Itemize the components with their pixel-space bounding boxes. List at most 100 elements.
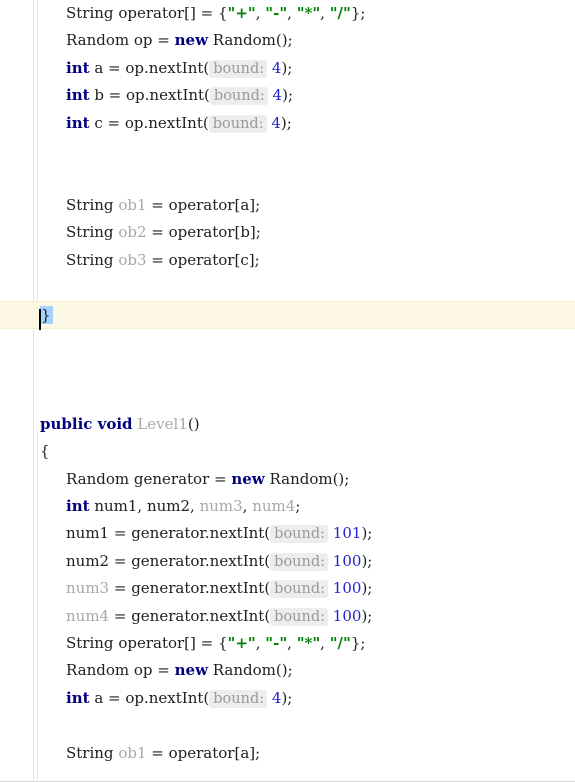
code-line[interactable]: Random op = new Random(); — [0, 27, 575, 54]
code-token-plain: , — [255, 4, 266, 22]
code-line-list[interactable]: String operator[] = {"+", "-", "*", "/"}… — [0, 0, 575, 781]
code-line[interactable] — [0, 712, 575, 739]
code-token-num: 4 — [267, 86, 283, 105]
code-line[interactable]: { — [0, 438, 575, 465]
code-token-plain: a = op.nextInt( — [89, 688, 210, 707]
code-token-str: "+" — [227, 633, 256, 652]
code-line[interactable]: String operator[] = {"+", "-", "*", "/"}… — [0, 0, 575, 27]
code-token-plain: }; — [350, 4, 366, 22]
code-line[interactable]: num1 = generator.nextInt(bound: 101); — [0, 520, 575, 547]
code-line[interactable]: int a = op.nextInt(bound: 4); — [0, 55, 575, 82]
parameter-hint: bound: — [270, 580, 329, 599]
code-line[interactable]: Random generator = new Random(); — [0, 466, 575, 493]
code-token-plain: = operator[a]; — [146, 743, 261, 762]
code-token-type: String — [66, 633, 114, 652]
code-token-plain: b = op.nextInt( — [89, 86, 210, 105]
code-token-num: 4 — [266, 113, 281, 132]
code-token-gray: num3 — [199, 497, 243, 516]
code-line[interactable] — [0, 767, 575, 781]
code-token-plain: , — [287, 4, 297, 22]
code-token-type: Random — [66, 661, 130, 680]
code-line[interactable]: String operator[] = {"+", "-", "*", "/"}… — [0, 630, 575, 657]
code-line[interactable] — [0, 274, 575, 301]
code-token-str: "*" — [296, 633, 321, 652]
code-token-num: 101 — [328, 524, 362, 543]
code-token-plain: () — [187, 414, 200, 433]
code-line[interactable] — [0, 383, 575, 410]
code-token-kw: public void — [40, 414, 133, 433]
code-token-plain: ); — [361, 551, 373, 570]
code-token-plain: Random(); — [264, 469, 350, 488]
code-token-plain: }; — [350, 633, 366, 652]
code-token-plain: = generator.nextInt( — [109, 579, 271, 598]
code-token-kw: new — [174, 31, 208, 50]
code-token-kw: new — [174, 661, 208, 680]
code-token-type: String — [66, 250, 114, 269]
code-token-str: "-" — [265, 633, 288, 652]
parameter-hint: bound: — [270, 607, 329, 626]
selected-brace[interactable]: } — [39, 306, 53, 331]
code-token-gray: ob2 — [118, 223, 147, 242]
code-token-plain: , — [320, 633, 330, 652]
code-token-plain: num1, num2, — [89, 497, 200, 516]
code-token-str: "-" — [265, 4, 288, 22]
code-token-plain: , — [287, 633, 297, 652]
code-line[interactable] — [0, 164, 575, 191]
parameter-hint: bound: — [209, 689, 268, 708]
code-token-plain: operator[] = { — [113, 633, 228, 652]
code-editor-pane[interactable]: String operator[] = {"+", "-", "*", "/"}… — [0, 0, 575, 782]
code-token-plain: ); — [280, 113, 292, 132]
code-line[interactable]: int a = op.nextInt(bound: 4); — [0, 685, 575, 712]
code-line-caret[interactable]: } — [0, 301, 575, 331]
code-token-plain: op = — [129, 31, 175, 50]
parameter-hint: bound: — [208, 114, 267, 133]
code-token-kw: int — [66, 86, 90, 105]
code-line[interactable]: String ob3 = operator[c]; — [0, 247, 575, 274]
code-line[interactable]: num2 = generator.nextInt(bound: 100); — [0, 548, 575, 575]
code-line[interactable]: String ob1 = operator[a]; — [0, 740, 575, 767]
code-token-type: Random — [66, 31, 130, 50]
code-token-kw: int — [66, 497, 90, 516]
code-token-gray: num3 — [66, 579, 110, 598]
code-line[interactable]: num4 = generator.nextInt(bound: 100); — [0, 603, 575, 630]
parameter-hint: bound: — [270, 525, 329, 544]
code-token-type: Random — [66, 469, 130, 488]
code-token-plain: a = op.nextInt( — [89, 58, 210, 77]
code-token-gray: Level1 — [137, 414, 188, 433]
code-line[interactable]: num3 = generator.nextInt(bound: 100); — [0, 575, 575, 602]
code-token-plain: , — [242, 497, 253, 516]
code-line[interactable]: public void Level1() — [0, 411, 575, 438]
code-line[interactable]: int c = op.nextInt(bound: 4); — [0, 110, 575, 137]
code-token-type: String — [66, 223, 114, 242]
code-line[interactable]: String ob1 = operator[a]; — [0, 192, 575, 219]
text-caret — [39, 309, 41, 331]
code-token-plain: operator[] = { — [113, 4, 228, 22]
code-token-plain: , — [255, 633, 266, 652]
code-line[interactable] — [0, 137, 575, 164]
code-token-kw: int — [66, 688, 90, 707]
code-token-num: 4 — [267, 58, 282, 77]
code-token-plain: op = — [129, 661, 175, 680]
code-line[interactable] — [0, 356, 575, 383]
code-line[interactable]: int num1, num2, num3, num4; — [0, 493, 575, 520]
code-line[interactable]: Random op = new Random(); — [0, 657, 575, 684]
code-line[interactable]: int b = op.nextInt(bound: 4); — [0, 82, 575, 109]
code-token-kw: new — [231, 469, 265, 488]
code-token-plain: = operator[a]; — [146, 195, 261, 214]
code-token-num: 4 — [267, 688, 282, 707]
code-token-type: String — [66, 195, 114, 214]
code-token-plain: { — [40, 442, 50, 461]
code-token-plain: = operator[c]; — [146, 250, 260, 269]
code-token-num: 100 — [328, 579, 362, 598]
code-line[interactable]: String ob2 = operator[b]; — [0, 219, 575, 246]
code-token-plain: ); — [361, 606, 373, 625]
code-token-str: "/" — [329, 4, 351, 22]
code-token-gray: ob1 — [118, 743, 147, 762]
code-token-num: 100 — [328, 606, 362, 625]
code-token-type: String — [66, 4, 114, 22]
code-line[interactable] — [0, 329, 575, 356]
code-token-gray: num4 — [252, 497, 296, 516]
code-token-plain: ); — [281, 688, 293, 707]
parameter-hint: bound: — [270, 552, 329, 571]
code-token-plain: Random(); — [208, 31, 293, 50]
